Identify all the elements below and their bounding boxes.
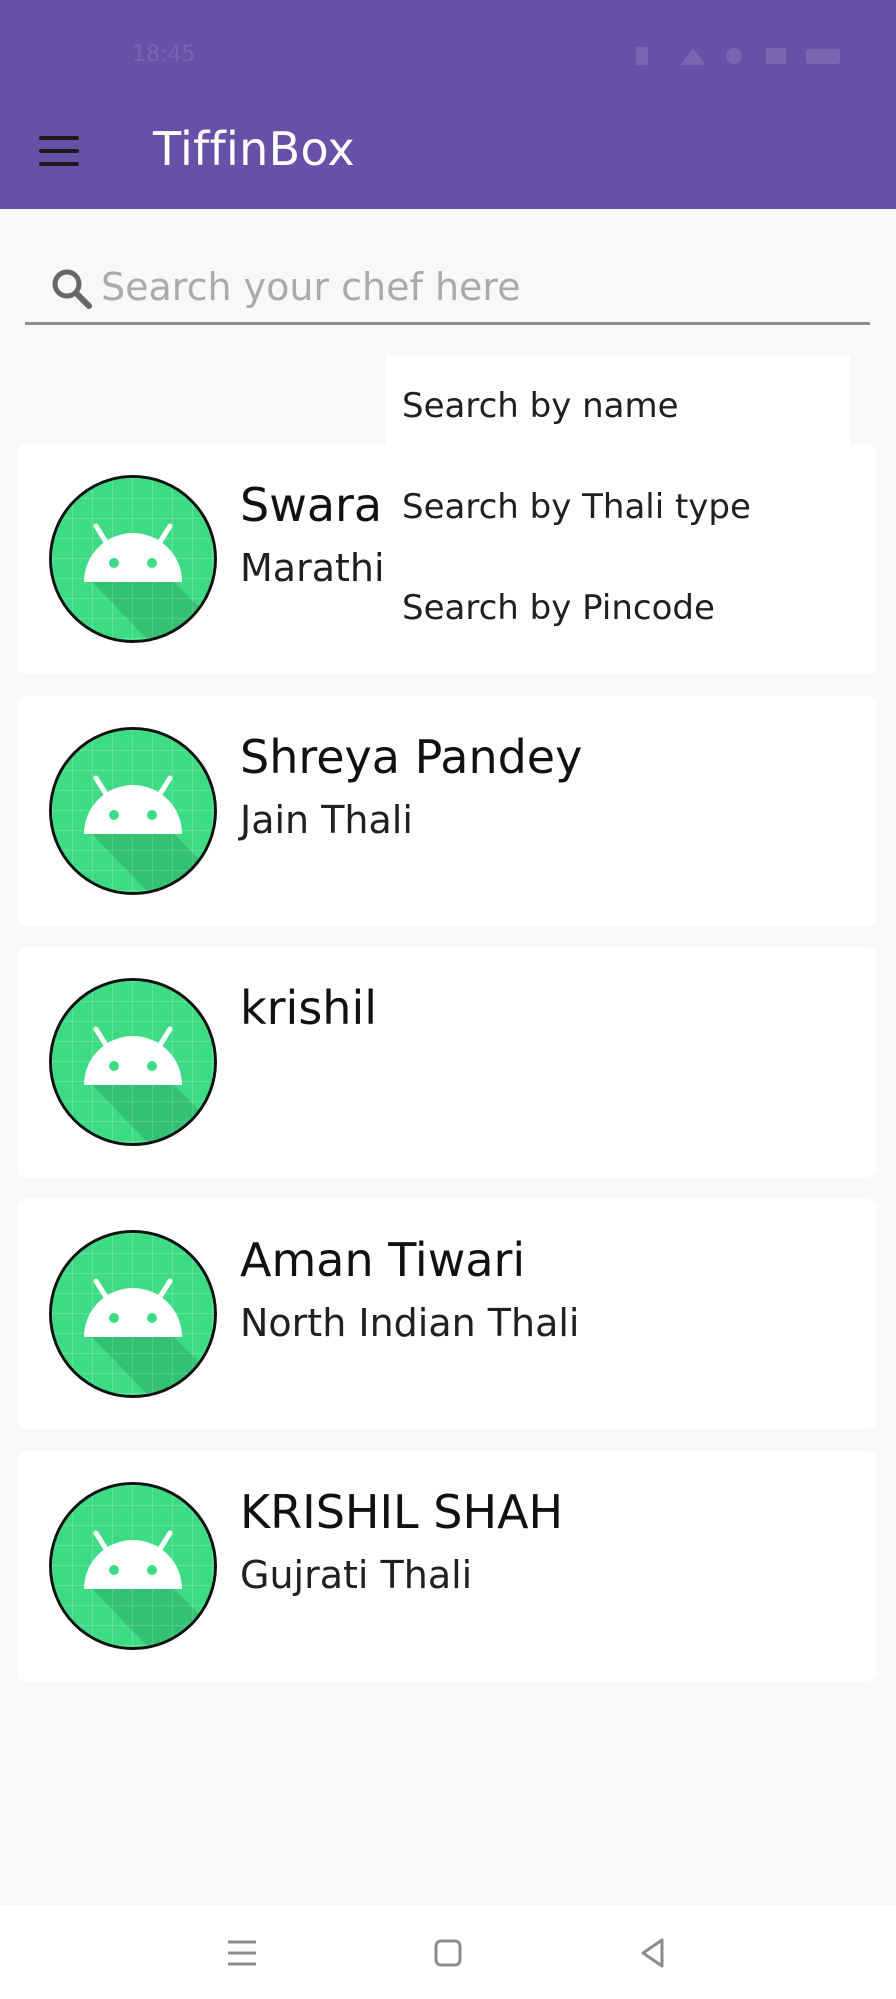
app-title: TiffinBox bbox=[153, 122, 355, 176]
search-bar[interactable] bbox=[25, 256, 870, 325]
chef-card[interactable]: Shreya Pandey Jain Thali bbox=[18, 696, 876, 926]
chef-thali-type: Gujrati Thali bbox=[240, 1553, 473, 1597]
chef-card[interactable]: krishil bbox=[18, 947, 876, 1177]
chef-card[interactable]: Aman Tiwari North Indian Thali bbox=[18, 1199, 876, 1429]
chef-thali-type: Jain Thali bbox=[240, 798, 413, 842]
android-avatar-icon bbox=[49, 475, 217, 643]
back-icon[interactable] bbox=[634, 1935, 670, 1971]
recent-apps-icon[interactable] bbox=[224, 1935, 260, 1971]
menu-item-search-by-thali-type[interactable]: Search by Thali type bbox=[402, 487, 751, 527]
chef-name: krishil bbox=[240, 981, 378, 1035]
android-avatar-icon bbox=[49, 1482, 217, 1650]
status-time: 18:45 bbox=[132, 42, 196, 67]
home-icon[interactable] bbox=[430, 1935, 466, 1971]
chef-name: Aman Tiwari bbox=[240, 1233, 526, 1287]
chef-name: Shreya Pandey bbox=[240, 730, 583, 784]
search-options-menu: Search by name Search by Thali type Sear… bbox=[386, 356, 850, 650]
menu-item-search-by-name[interactable]: Search by name bbox=[402, 386, 679, 426]
android-avatar-icon bbox=[49, 978, 217, 1146]
android-avatar-icon bbox=[49, 1230, 217, 1398]
menu-item-search-by-pincode[interactable]: Search by Pincode bbox=[402, 588, 715, 628]
system-nav-bar bbox=[0, 1905, 896, 1999]
status-icons bbox=[636, 47, 840, 65]
chef-thali-type: North Indian Thali bbox=[240, 1301, 580, 1345]
search-input[interactable] bbox=[99, 256, 823, 318]
hamburger-menu-icon[interactable] bbox=[34, 132, 84, 172]
chef-thali-type: Marathi bbox=[240, 546, 385, 590]
app-bar: 18:45 TiffinBox bbox=[0, 0, 896, 209]
search-icon bbox=[52, 269, 92, 309]
chef-card[interactable]: KRISHIL SHAH Gujrati Thali bbox=[18, 1451, 876, 1681]
chef-name: KRISHIL SHAH bbox=[240, 1485, 564, 1539]
android-avatar-icon bbox=[49, 727, 217, 895]
chef-name: Swaral bbox=[240, 478, 395, 532]
